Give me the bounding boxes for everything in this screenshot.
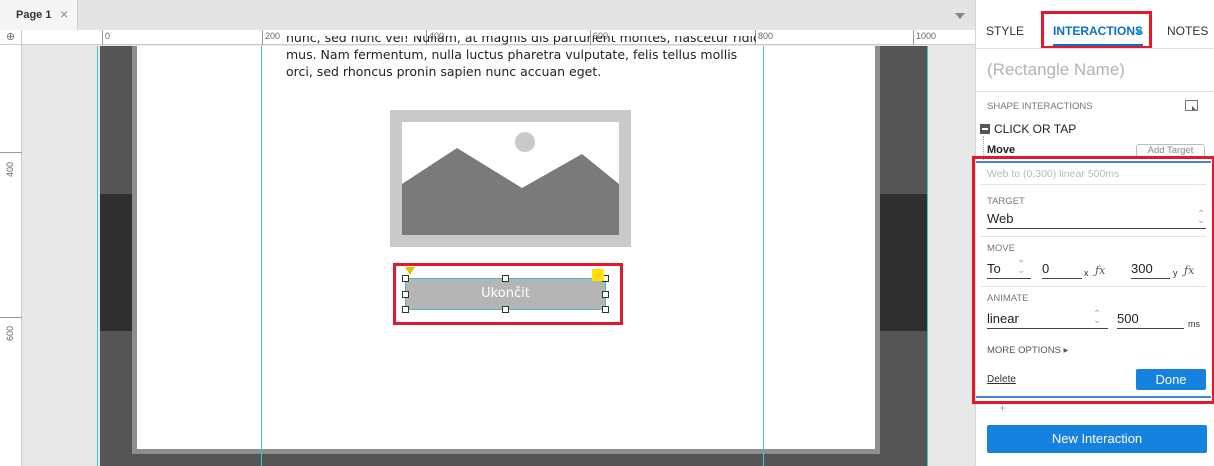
shape-interactions-label: SHAPE INTERACTIONS — [987, 101, 1093, 112]
canvas-area[interactable]: Page 1 × ⊕ 0 200 400 600 800 1000 400 60… — [0, 0, 975, 466]
shape-name-input[interactable]: (Rectangle Name) — [987, 60, 1125, 80]
divider — [976, 91, 1214, 92]
action-label[interactable]: Move — [987, 144, 1015, 156]
ruler-tick — [0, 152, 22, 153]
tab-style[interactable]: STYLE — [986, 24, 1024, 38]
guide-line[interactable] — [97, 46, 98, 466]
event-label[interactable]: CLICK OR TAP — [994, 122, 1076, 136]
ruler-top-label: 200 — [265, 31, 281, 41]
ruler-tick — [0, 317, 22, 318]
page-tab[interactable]: Page 1 × — [0, 0, 78, 30]
ruler-top-label: 0 — [105, 31, 111, 41]
new-interaction-button[interactable]: New Interaction — [987, 425, 1207, 453]
ruler-origin-icon[interactable]: ⊕ — [0, 30, 22, 45]
guide-line[interactable] — [763, 46, 764, 466]
ruler-left: 400 600 — [0, 45, 22, 466]
divider — [976, 48, 1214, 49]
page-canvas[interactable] — [137, 46, 875, 449]
add-action-icon[interactable]: + — [999, 401, 1006, 415]
page-tab-label: Page 1 — [16, 9, 52, 21]
highlight-box — [393, 263, 623, 325]
paragraph-line-cut: nunc, sed nunc vel! Nullam, at magnis di… — [286, 36, 756, 45]
organize-interactions-icon[interactable] — [1185, 100, 1198, 111]
ruler-top-label: 1000 — [916, 31, 937, 41]
paragraph-line: orci, sed rhoncus pronin sapien nunc acc… — [286, 64, 602, 79]
tab-dropdown-icon[interactable] — [955, 13, 965, 19]
properties-panel: STYLE INTERACTIONS NOTES (Rectangle Name… — [972, 0, 1214, 466]
guide-line[interactable] — [261, 46, 262, 466]
page-tab-bar: Page 1 × — [0, 0, 975, 30]
ruler-left-label: 400 — [5, 161, 15, 177]
ruler-top-label: 800 — [758, 31, 774, 41]
highlight-box — [972, 156, 1214, 404]
highlight-box — [1041, 11, 1152, 49]
guide-line[interactable] — [927, 46, 928, 466]
paragraph-line: mus. Nam fermentum, nulla luctus pharetr… — [286, 47, 738, 62]
image-icon — [402, 122, 619, 235]
ruler-left-label: 600 — [5, 325, 15, 341]
image-placeholder[interactable] — [390, 110, 631, 247]
tab-notes[interactable]: NOTES — [1167, 24, 1208, 38]
close-tab-icon[interactable]: × — [60, 6, 68, 22]
paragraph-text[interactable]: nunc, sed nunc vel! Nullam, at magnis di… — [286, 36, 756, 80]
collapse-icon[interactable] — [980, 124, 990, 134]
